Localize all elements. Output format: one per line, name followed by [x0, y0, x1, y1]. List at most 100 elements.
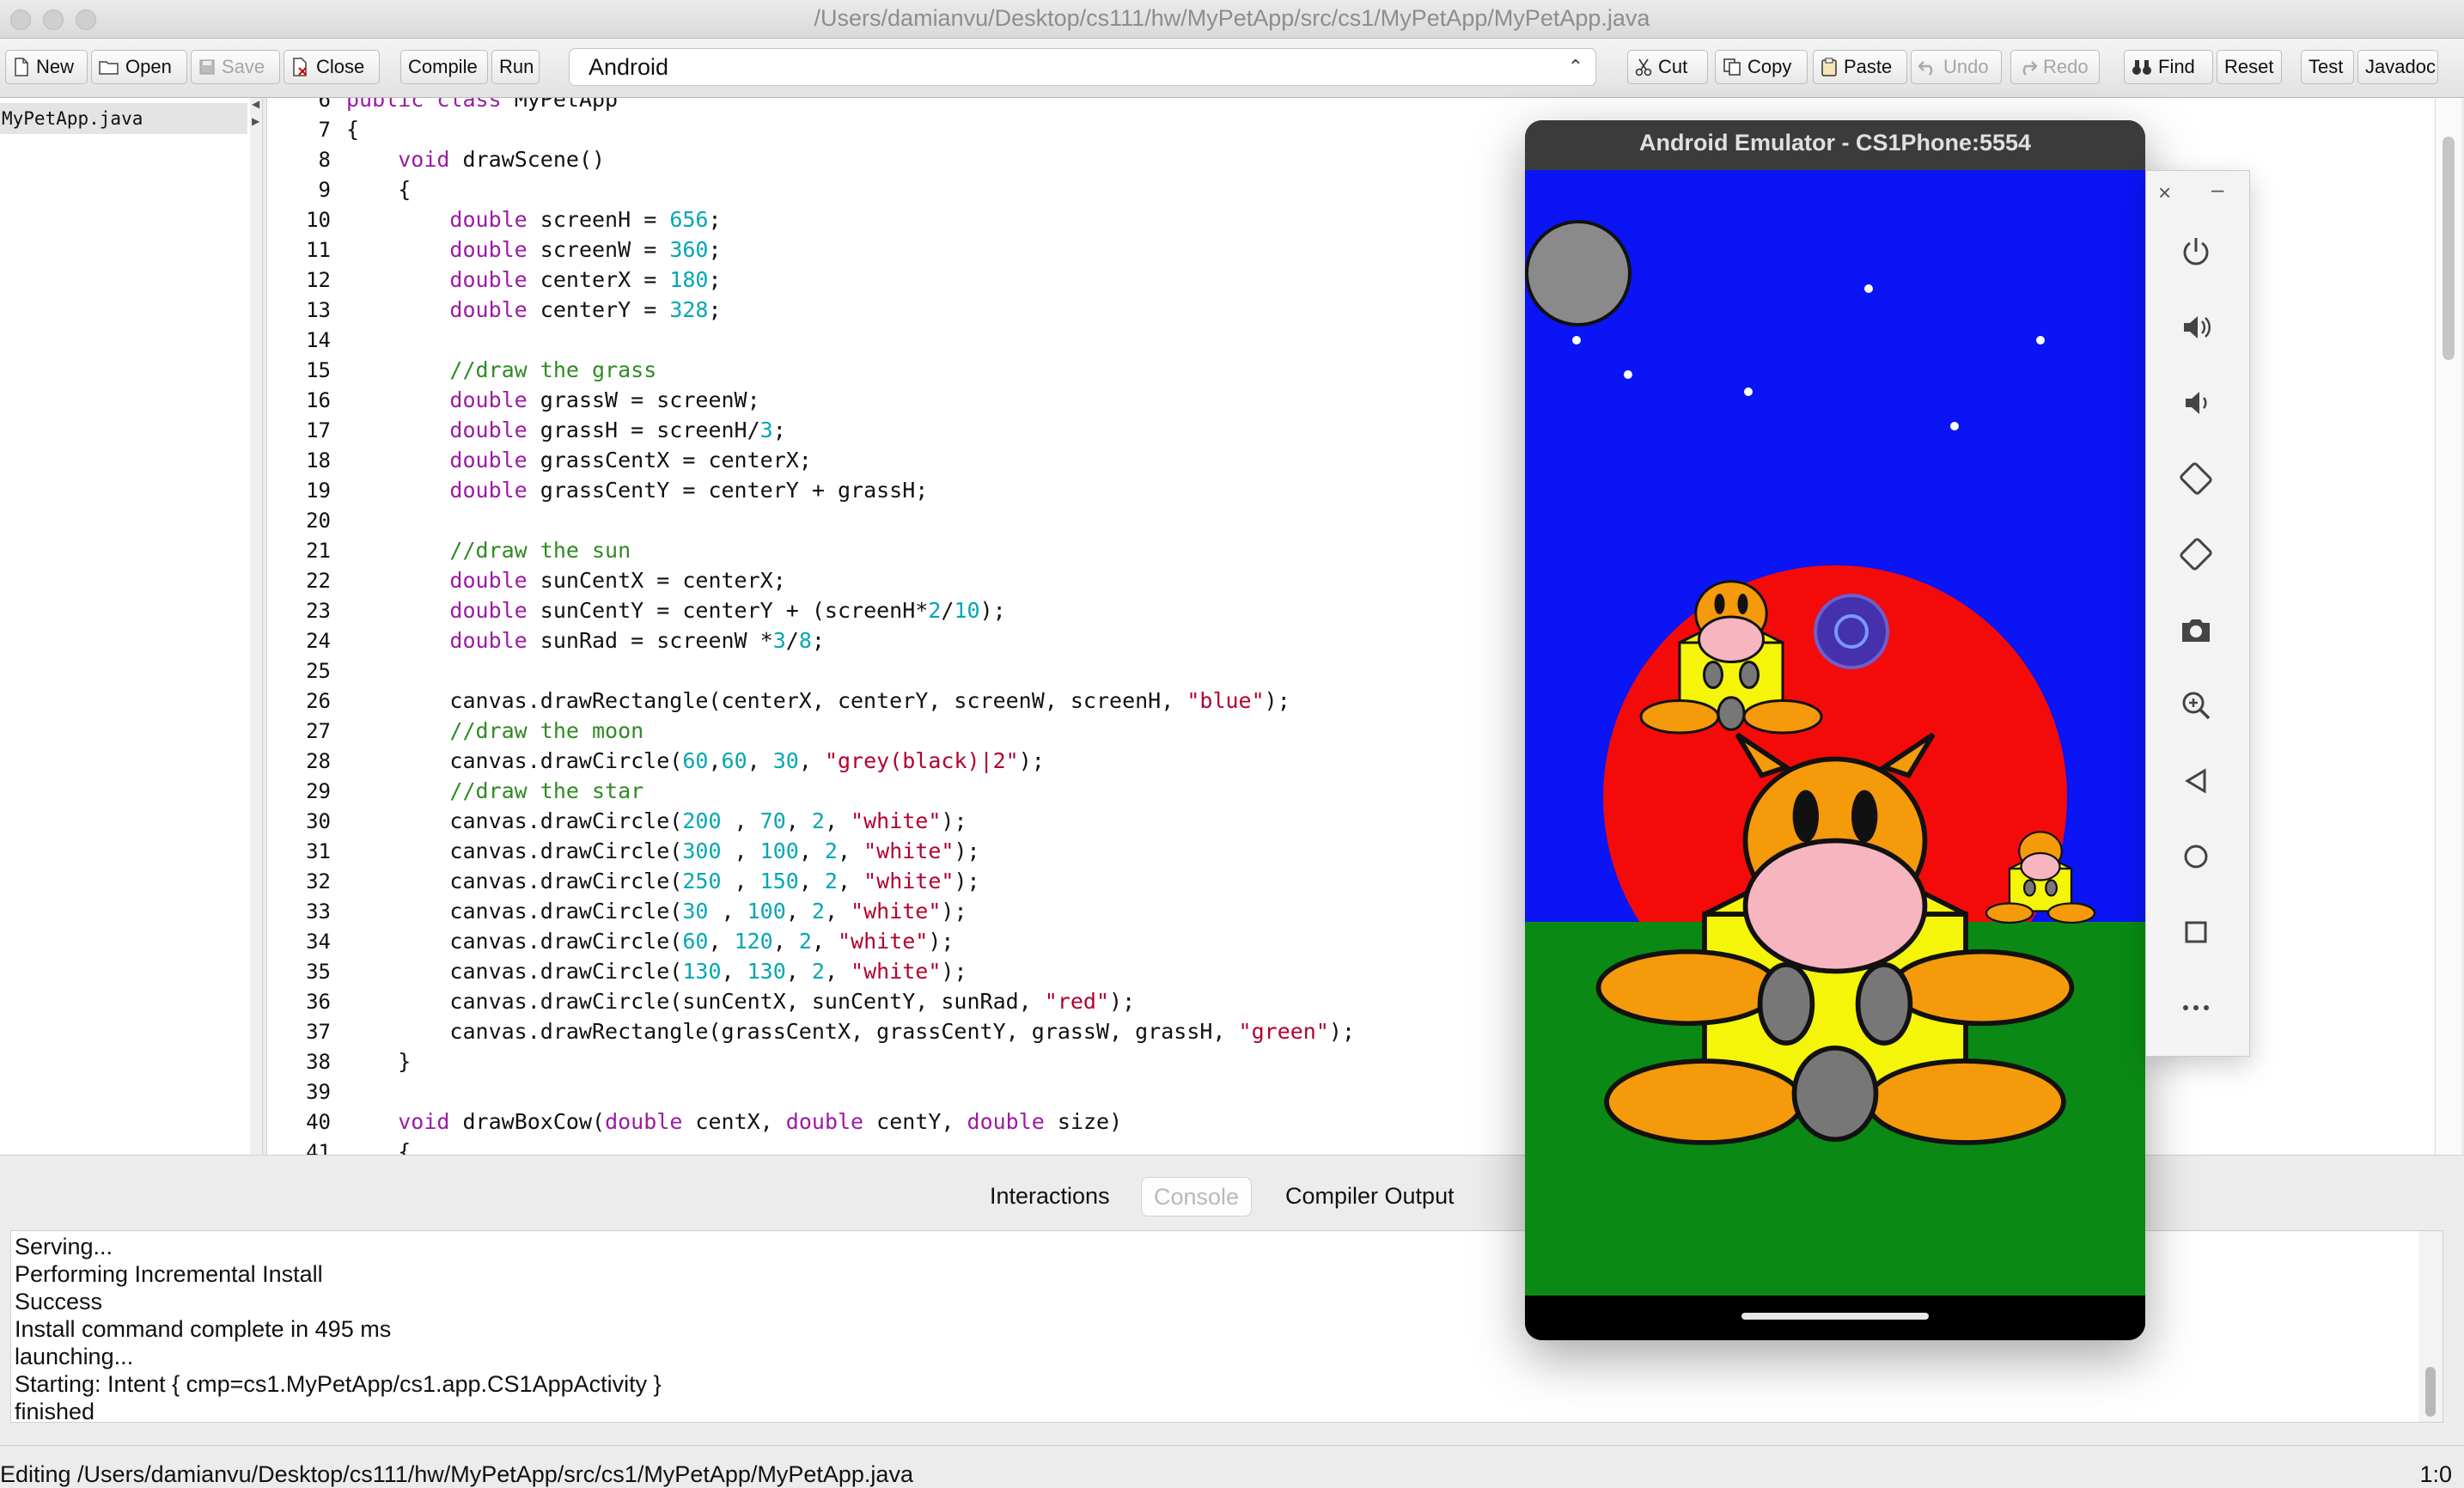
javadoc-button[interactable]: Javadoc: [2357, 50, 2438, 84]
expand-right-icon[interactable]: ▶: [252, 115, 259, 127]
home-icon[interactable]: [2172, 832, 2220, 881]
code-line[interactable]: canvas.drawCircle(60,60, 30, "grey(black…: [346, 747, 1044, 775]
zoom-icon[interactable]: [2172, 681, 2220, 729]
code-line[interactable]: double sunCentY = centerY + (screenH*2/1…: [346, 597, 1005, 625]
line-number: 26: [306, 689, 331, 713]
code-line[interactable]: double grassW = screenW;: [346, 387, 759, 414]
compile-label: Compile: [408, 56, 478, 77]
collapse-left-icon[interactable]: ◀: [252, 98, 259, 110]
redo-button[interactable]: Redo: [2010, 50, 2100, 84]
open-button[interactable]: Open: [91, 50, 187, 84]
tab-compiler-output[interactable]: Compiler Output: [1273, 1177, 1467, 1215]
test-button[interactable]: Test: [2301, 50, 2354, 84]
home-gesture-pill[interactable]: [1741, 1313, 1929, 1320]
power-icon[interactable]: [2172, 228, 2220, 276]
copy-label: Copy: [1747, 56, 1792, 77]
undo-button[interactable]: Undo: [1911, 50, 2002, 84]
panel-splitter[interactable]: ◀ ▶: [250, 98, 263, 1155]
camera-icon[interactable]: [2172, 606, 2220, 654]
language-selected: Android: [589, 54, 669, 80]
tab-console[interactable]: Console: [1141, 1177, 1253, 1217]
line-number: 37: [306, 1020, 331, 1044]
console-scroll-thumb[interactable]: [2425, 1367, 2436, 1417]
code-line[interactable]: canvas.drawCircle(sunCentX, sunCentY, su…: [346, 988, 1135, 1015]
emulator-controls-panel: × –: [2145, 170, 2250, 1057]
code-line[interactable]: //draw the grass: [346, 357, 656, 384]
line-number: 6: [318, 98, 331, 112]
code-line[interactable]: double sunRad = screenW *3/8;: [346, 627, 825, 655]
compile-button[interactable]: Compile: [400, 50, 488, 84]
line-number: 40: [306, 1110, 331, 1134]
tab-interactions[interactable]: Interactions: [978, 1177, 1122, 1215]
paste-label: Paste: [1844, 56, 1893, 77]
star: [1572, 336, 1581, 345]
code-line[interactable]: double grassCentY = centerY + grassH;: [346, 477, 928, 504]
code-line[interactable]: double screenW = 360;: [346, 236, 721, 264]
code-line[interactable]: canvas.drawRectangle(centerX, centerY, s…: [346, 687, 1290, 715]
more-icon[interactable]: [2172, 984, 2220, 1032]
line-number: 11: [306, 238, 331, 262]
code-line[interactable]: void drawScene(): [346, 146, 605, 174]
code-line[interactable]: {: [346, 176, 411, 204]
minimize-icon[interactable]: –: [2211, 176, 2223, 203]
new-button[interactable]: New: [5, 50, 88, 84]
copy-button[interactable]: Copy: [1715, 50, 1808, 84]
editor-scrollbar[interactable]: [2435, 98, 2461, 1155]
code-line[interactable]: double sunCentX = centerX;: [346, 567, 785, 595]
reset-button[interactable]: Reset: [2217, 50, 2282, 84]
star: [1950, 422, 1959, 430]
code-line[interactable]: canvas.drawCircle(30 , 100, 2, "white");: [346, 898, 967, 925]
code-line[interactable]: public class MyPetApp: [346, 98, 618, 113]
language-level-select[interactable]: Android ⌃: [569, 48, 1596, 86]
code-line[interactable]: canvas.drawCircle(60, 120, 2, "white");: [346, 928, 954, 955]
save-icon: [199, 59, 215, 75]
run-button[interactable]: Run: [491, 50, 540, 84]
code-line[interactable]: canvas.drawCircle(300 , 100, 2, "white")…: [346, 838, 979, 865]
scroll-thumb[interactable]: [2443, 137, 2455, 360]
rotate-right-icon[interactable]: [2172, 530, 2220, 578]
code-line[interactable]: {: [346, 1138, 411, 1155]
line-number: 29: [306, 779, 331, 803]
line-number: 24: [306, 629, 331, 653]
open-folder-icon: [99, 61, 119, 75]
code-line[interactable]: //draw the moon: [346, 717, 643, 745]
code-line[interactable]: double grassH = screenH/3;: [346, 417, 785, 444]
console-scrollbar[interactable]: [2418, 1231, 2443, 1422]
rotate-left-icon[interactable]: [2172, 454, 2220, 503]
status-text: Editing /Users/damianvu/Desktop/cs111/hw…: [0, 1461, 913, 1487]
run-label: Run: [499, 56, 534, 77]
emulator-screen[interactable]: [1525, 170, 2145, 1296]
star: [1624, 370, 1632, 379]
overview-icon[interactable]: [2172, 908, 2220, 956]
close-file-button[interactable]: Close: [284, 50, 380, 84]
code-line[interactable]: canvas.drawRectangle(grassCentX, grassCe…: [346, 1018, 1355, 1046]
javadoc-label: Javadoc: [2365, 56, 2436, 77]
code-line[interactable]: canvas.drawCircle(200 , 70, 2, "white");: [346, 808, 967, 835]
volume-down-icon[interactable]: [2172, 379, 2220, 427]
code-line[interactable]: canvas.drawCircle(130, 130, 2, "white");: [346, 958, 967, 985]
code-line[interactable]: canvas.drawCircle(250 , 150, 2, "white")…: [346, 868, 979, 895]
line-number: 9: [318, 178, 331, 202]
find-button[interactable]: Find: [2124, 50, 2213, 84]
code-line[interactable]: //draw the star: [346, 778, 643, 805]
code-line[interactable]: double centerY = 328;: [346, 296, 721, 324]
close-icon[interactable]: ×: [2158, 180, 2171, 206]
line-number: 13: [306, 298, 331, 322]
new-label: New: [36, 56, 75, 77]
line-number: 30: [306, 809, 331, 833]
cut-button[interactable]: Cut: [1627, 50, 1708, 84]
line-number: 18: [306, 448, 331, 473]
code-line[interactable]: }: [346, 1048, 411, 1076]
code-line[interactable]: double grassCentX = centerX;: [346, 447, 811, 474]
file-item[interactable]: MyPetApp.java: [0, 103, 247, 134]
code-line[interactable]: {: [346, 116, 359, 143]
save-button[interactable]: Save: [191, 50, 280, 84]
clipboard-icon: [1821, 58, 1837, 76]
code-line[interactable]: double screenH = 656;: [346, 206, 721, 234]
back-icon[interactable]: [2172, 757, 2220, 805]
code-line[interactable]: double centerX = 180;: [346, 266, 721, 294]
code-line[interactable]: void drawBoxCow(double centX, double cen…: [346, 1108, 1122, 1136]
volume-up-icon[interactable]: [2172, 303, 2220, 351]
code-line[interactable]: //draw the sun: [346, 537, 631, 564]
paste-button[interactable]: Paste: [1813, 50, 1907, 84]
